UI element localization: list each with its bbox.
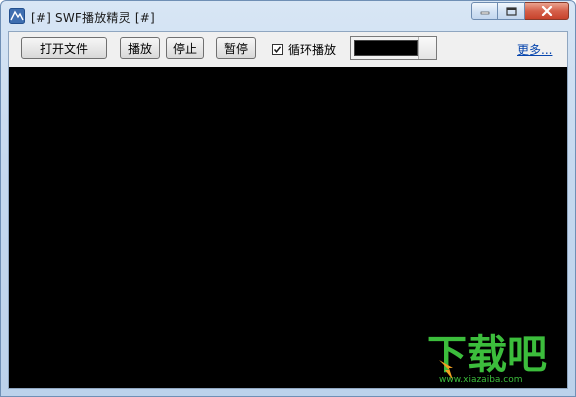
open-file-button[interactable]: 打开文件: [21, 37, 107, 59]
loop-toggle[interactable]: 循环播放: [272, 41, 336, 57]
close-icon: [541, 6, 552, 16]
window-title: [#] SWF播放精灵 [#]: [31, 11, 155, 25]
checkmark-icon: [273, 45, 282, 53]
title-bar[interactable]: [#] SWF播放精灵 [#]: [1, 1, 575, 31]
toolbar: 打开文件 播放 停止 暂停 循环播放 更多...: [9, 32, 567, 67]
minimize-button[interactable]: [471, 2, 498, 20]
color-dropdown-button[interactable]: [418, 37, 436, 59]
minimize-icon: [480, 11, 489, 15]
client-area: 打开文件 播放 停止 暂停 循环播放 更多... 下载吧 www.xiazaib…: [8, 31, 568, 389]
watermark-text: 下载吧: [427, 332, 547, 378]
more-link[interactable]: 更多...: [517, 41, 552, 58]
maximize-button[interactable]: [498, 2, 525, 20]
pause-button[interactable]: 暂停: [216, 37, 256, 59]
caption-buttons: [471, 2, 569, 22]
play-button[interactable]: 播放: [120, 37, 160, 59]
xiazaiba-watermark-logo: 下载吧 www.xiazaiba.com: [427, 332, 547, 384]
app-swf-icon: [9, 8, 25, 24]
background-color-picker[interactable]: [350, 36, 437, 60]
loop-checkbox[interactable]: [272, 43, 283, 55]
stop-button[interactable]: 停止: [166, 37, 204, 59]
color-swatch: [354, 40, 418, 56]
flash-player-area[interactable]: 下载吧 www.xiazaiba.com: [9, 67, 567, 388]
loop-label: 循环播放: [288, 42, 337, 57]
maximize-icon: [505, 6, 517, 16]
main-window: [#] SWF播放精灵 [#] 打开文件 播放 停止 暂停 循环播放 更多...…: [0, 0, 576, 397]
watermark-url: www.xiazaiba.com: [439, 375, 523, 384]
close-button[interactable]: [525, 2, 569, 20]
